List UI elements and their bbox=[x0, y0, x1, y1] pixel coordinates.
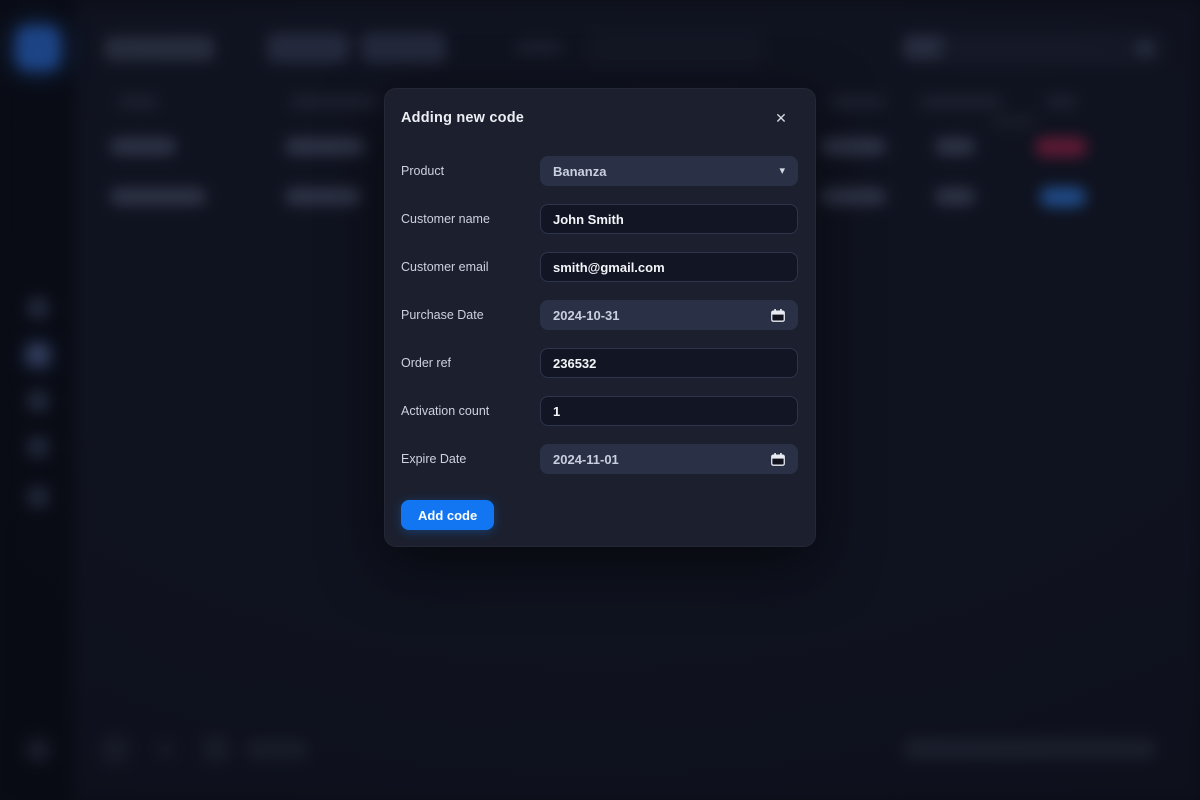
chevron-down-icon: ▾ bbox=[779, 166, 785, 177]
order-ref-field-box bbox=[540, 348, 798, 378]
modal-title: Adding new code bbox=[401, 108, 524, 128]
field-row-activation-count: Activation count bbox=[401, 396, 799, 426]
field-label: Expire Date bbox=[401, 452, 540, 466]
field-label: Customer email bbox=[401, 260, 540, 274]
add-code-button[interactable]: Add code bbox=[401, 500, 494, 530]
field-row-order-ref: Order ref bbox=[401, 348, 799, 378]
calendar-icon bbox=[771, 309, 785, 322]
field-row-expire-date: Expire Date 2024-11-01 bbox=[401, 444, 799, 474]
field-label: Customer name bbox=[401, 212, 540, 226]
customer-email-input[interactable] bbox=[553, 260, 785, 275]
add-code-modal: Adding new code ✕ Product Bananza ▾ Cust… bbox=[384, 88, 816, 547]
expire-date-value: 2024-11-01 bbox=[553, 452, 619, 467]
activation-count-input[interactable] bbox=[553, 404, 785, 419]
product-select[interactable]: Bananza ▾ bbox=[540, 156, 798, 186]
purchase-date-value: 2024-10-31 bbox=[553, 308, 620, 323]
expire-date-picker[interactable]: 2024-11-01 bbox=[540, 444, 798, 474]
field-row-customer-email: Customer email bbox=[401, 252, 799, 282]
field-label: Product bbox=[401, 164, 540, 178]
customer-name-field-box bbox=[540, 204, 798, 234]
field-row-purchase-date: Purchase Date 2024-10-31 bbox=[401, 300, 799, 330]
purchase-date-picker[interactable]: 2024-10-31 bbox=[540, 300, 798, 330]
activation-count-field-box bbox=[540, 396, 798, 426]
modal-form: Product Bananza ▾ Customer name Customer… bbox=[401, 156, 799, 530]
modal-header: Adding new code ✕ bbox=[401, 108, 799, 128]
field-row-product: Product Bananza ▾ bbox=[401, 156, 799, 186]
field-label: Order ref bbox=[401, 356, 540, 370]
close-icon[interactable]: ✕ bbox=[771, 108, 791, 128]
order-ref-input[interactable] bbox=[553, 356, 785, 371]
customer-name-input[interactable] bbox=[553, 212, 785, 227]
field-row-customer-name: Customer name bbox=[401, 204, 799, 234]
customer-email-field-box bbox=[540, 252, 798, 282]
field-label: Purchase Date bbox=[401, 308, 540, 322]
field-label: Activation count bbox=[401, 404, 540, 418]
calendar-icon bbox=[771, 453, 785, 466]
product-select-value: Bananza bbox=[553, 164, 606, 179]
